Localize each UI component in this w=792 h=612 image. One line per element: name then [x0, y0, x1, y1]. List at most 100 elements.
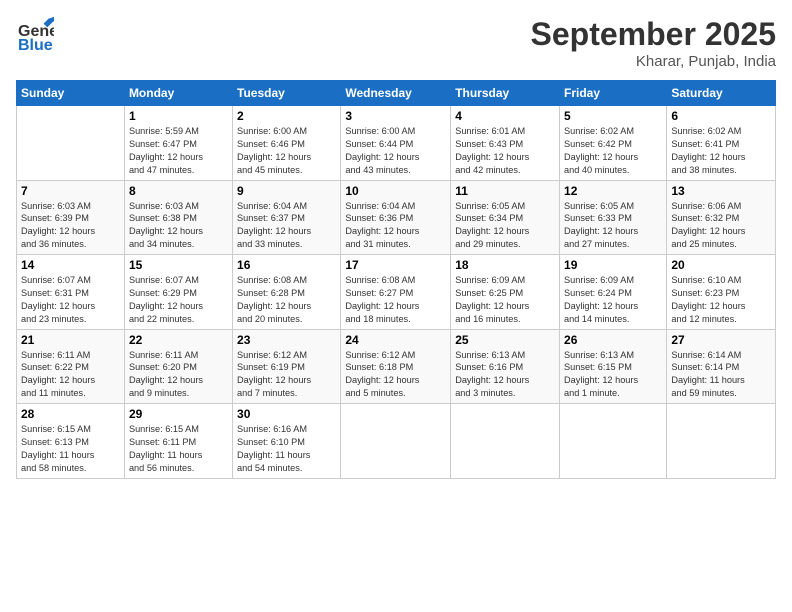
day-info: Sunrise: 6:03 AM Sunset: 6:38 PM Dayligh… [129, 200, 228, 252]
day-info: Sunrise: 6:05 AM Sunset: 6:34 PM Dayligh… [455, 200, 555, 252]
col-header-thursday: Thursday [451, 81, 560, 106]
calendar-cell: 23Sunrise: 6:12 AM Sunset: 6:19 PM Dayli… [233, 329, 341, 404]
day-number: 17 [345, 258, 446, 272]
day-number: 19 [564, 258, 662, 272]
day-info: Sunrise: 6:12 AM Sunset: 6:19 PM Dayligh… [237, 349, 336, 401]
day-number: 6 [671, 109, 771, 123]
day-number: 4 [455, 109, 555, 123]
day-number: 11 [455, 184, 555, 198]
calendar-cell: 11 Sunrise: 6:05 AM Sunset: 6:34 PM Dayli… [451, 180, 560, 255]
col-header-monday: Monday [124, 81, 232, 106]
day-info: Sunrise: 6:14 AM Sunset: 6:14 PM Dayligh… [671, 349, 771, 401]
col-header-saturday: Saturday [667, 81, 776, 106]
col-header-friday: Friday [560, 81, 667, 106]
day-number: 18 [455, 258, 555, 272]
calendar-cell [560, 404, 667, 479]
day-info: Sunrise: 6:13 AM Sunset: 6:15 PM Dayligh… [564, 349, 662, 401]
day-info: Sunrise: 6:08 AM Sunset: 6:27 PM Dayligh… [345, 274, 446, 326]
day-number: 12 [564, 184, 662, 198]
day-info: Sunrise: 6:04 AM Sunset: 6:37 PM Dayligh… [237, 200, 336, 252]
day-info: Sunrise: 6:11 AM Sunset: 6:20 PM Dayligh… [129, 349, 228, 401]
day-number: 21 [21, 333, 120, 347]
calendar-week-1: 1 Sunrise: 5:59 AM Sunset: 6:47 PM Daylig… [17, 106, 776, 181]
day-number: 1 [129, 109, 228, 123]
day-info: Sunrise: 6:15 AM Sunset: 6:11 PM Dayligh… [129, 423, 228, 475]
day-number: 22 [129, 333, 228, 347]
day-number: 25 [455, 333, 555, 347]
svg-text:Blue: Blue [18, 37, 53, 54]
page-header: General Blue September 2025 Kharar, Punj… [16, 16, 776, 70]
calendar-week-3: 14Sunrise: 6:07 AM Sunset: 6:31 PM Dayli… [17, 255, 776, 330]
calendar-cell: 12 Sunrise: 6:05 AM Sunset: 6:33 PM Dayli… [560, 180, 667, 255]
day-number: 28 [21, 407, 120, 421]
col-header-wednesday: Wednesday [341, 81, 451, 106]
calendar-cell: 15Sunrise: 6:07 AM Sunset: 6:29 PM Dayli… [124, 255, 232, 330]
calendar-cell: 27 Sunrise: 6:14 AM Sunset: 6:14 PM Dayli… [667, 329, 776, 404]
month-title: September 2025 [531, 16, 776, 53]
calendar-cell: 20 Sunrise: 6:10 AM Sunset: 6:23 PM Dayli… [667, 255, 776, 330]
day-info: Sunrise: 6:13 AM Sunset: 6:16 PM Dayligh… [455, 349, 555, 401]
day-info: Sunrise: 6:16 AM Sunset: 6:10 PM Dayligh… [237, 423, 336, 475]
calendar-cell: 24 Sunrise: 6:12 AM Sunset: 6:18 PM Dayli… [341, 329, 451, 404]
calendar-cell [451, 404, 560, 479]
day-info: Sunrise: 5:59 AM Sunset: 6:47 PM Dayligh… [129, 125, 228, 177]
day-number: 5 [564, 109, 662, 123]
day-number: 27 [671, 333, 771, 347]
calendar-cell: 17 Sunrise: 6:08 AM Sunset: 6:27 PM Dayli… [341, 255, 451, 330]
calendar-cell: 9 Sunrise: 6:04 AM Sunset: 6:37 PM Daylig… [233, 180, 341, 255]
calendar-cell: 7Sunrise: 6:03 AM Sunset: 6:39 PM Daylig… [17, 180, 125, 255]
col-header-sunday: Sunday [17, 81, 125, 106]
logo-icon: General Blue [16, 16, 54, 54]
day-info: Sunrise: 6:10 AM Sunset: 6:23 PM Dayligh… [671, 274, 771, 326]
day-number: 10 [345, 184, 446, 198]
calendar-table: SundayMondayTuesdayWednesdayThursdayFrid… [16, 80, 776, 479]
day-number: 26 [564, 333, 662, 347]
calendar-week-5: 28 Sunrise: 6:15 AM Sunset: 6:13 PM Dayli… [17, 404, 776, 479]
calendar-cell: 30Sunrise: 6:16 AM Sunset: 6:10 PM Dayli… [233, 404, 341, 479]
calendar-week-4: 21 Sunrise: 6:11 AM Sunset: 6:22 PM Dayli… [17, 329, 776, 404]
day-info: Sunrise: 6:02 AM Sunset: 6:42 PM Dayligh… [564, 125, 662, 177]
col-header-tuesday: Tuesday [233, 81, 341, 106]
day-info: Sunrise: 6:12 AM Sunset: 6:18 PM Dayligh… [345, 349, 446, 401]
day-info: Sunrise: 6:01 AM Sunset: 6:43 PM Dayligh… [455, 125, 555, 177]
calendar-cell: 19 Sunrise: 6:09 AM Sunset: 6:24 PM Dayli… [560, 255, 667, 330]
logo: General Blue [16, 16, 54, 54]
day-number: 14 [21, 258, 120, 272]
calendar-cell: 28 Sunrise: 6:15 AM Sunset: 6:13 PM Dayli… [17, 404, 125, 479]
calendar-cell: 16 Sunrise: 6:08 AM Sunset: 6:28 PM Dayli… [233, 255, 341, 330]
day-number: 15 [129, 258, 228, 272]
calendar-cell: 13Sunrise: 6:06 AM Sunset: 6:32 PM Dayli… [667, 180, 776, 255]
calendar-cell [667, 404, 776, 479]
calendar-cell [17, 106, 125, 181]
day-info: Sunrise: 6:09 AM Sunset: 6:24 PM Dayligh… [564, 274, 662, 326]
day-info: Sunrise: 6:11 AM Sunset: 6:22 PM Dayligh… [21, 349, 120, 401]
calendar-cell: 26 Sunrise: 6:13 AM Sunset: 6:15 PM Dayli… [560, 329, 667, 404]
day-info: Sunrise: 6:08 AM Sunset: 6:28 PM Dayligh… [237, 274, 336, 326]
calendar-cell [341, 404, 451, 479]
day-number: 16 [237, 258, 336, 272]
day-info: Sunrise: 6:15 AM Sunset: 6:13 PM Dayligh… [21, 423, 120, 475]
calendar-cell: 21 Sunrise: 6:11 AM Sunset: 6:22 PM Dayli… [17, 329, 125, 404]
day-info: Sunrise: 6:02 AM Sunset: 6:41 PM Dayligh… [671, 125, 771, 177]
day-number: 13 [671, 184, 771, 198]
day-info: Sunrise: 6:04 AM Sunset: 6:36 PM Dayligh… [345, 200, 446, 252]
day-number: 24 [345, 333, 446, 347]
title-block: September 2025 Kharar, Punjab, India [531, 16, 776, 70]
calendar-cell: 8Sunrise: 6:03 AM Sunset: 6:38 PM Daylig… [124, 180, 232, 255]
day-number: 9 [237, 184, 336, 198]
day-number: 7 [21, 184, 120, 198]
day-number: 20 [671, 258, 771, 272]
day-info: Sunrise: 6:00 AM Sunset: 6:46 PM Dayligh… [237, 125, 336, 177]
day-number: 29 [129, 407, 228, 421]
calendar-cell: 10 Sunrise: 6:04 AM Sunset: 6:36 PM Dayli… [341, 180, 451, 255]
day-number: 3 [345, 109, 446, 123]
calendar-header-row: SundayMondayTuesdayWednesdayThursdayFrid… [17, 81, 776, 106]
calendar-week-2: 7Sunrise: 6:03 AM Sunset: 6:39 PM Daylig… [17, 180, 776, 255]
calendar-cell: 5 Sunrise: 6:02 AM Sunset: 6:42 PM Daylig… [560, 106, 667, 181]
day-info: Sunrise: 6:05 AM Sunset: 6:33 PM Dayligh… [564, 200, 662, 252]
day-number: 2 [237, 109, 336, 123]
calendar-cell: 3Sunrise: 6:00 AM Sunset: 6:44 PM Daylig… [341, 106, 451, 181]
calendar-cell: 18Sunrise: 6:09 AM Sunset: 6:25 PM Dayli… [451, 255, 560, 330]
calendar-cell: 2 Sunrise: 6:00 AM Sunset: 6:46 PM Daylig… [233, 106, 341, 181]
calendar-cell: 4 Sunrise: 6:01 AM Sunset: 6:43 PM Daylig… [451, 106, 560, 181]
